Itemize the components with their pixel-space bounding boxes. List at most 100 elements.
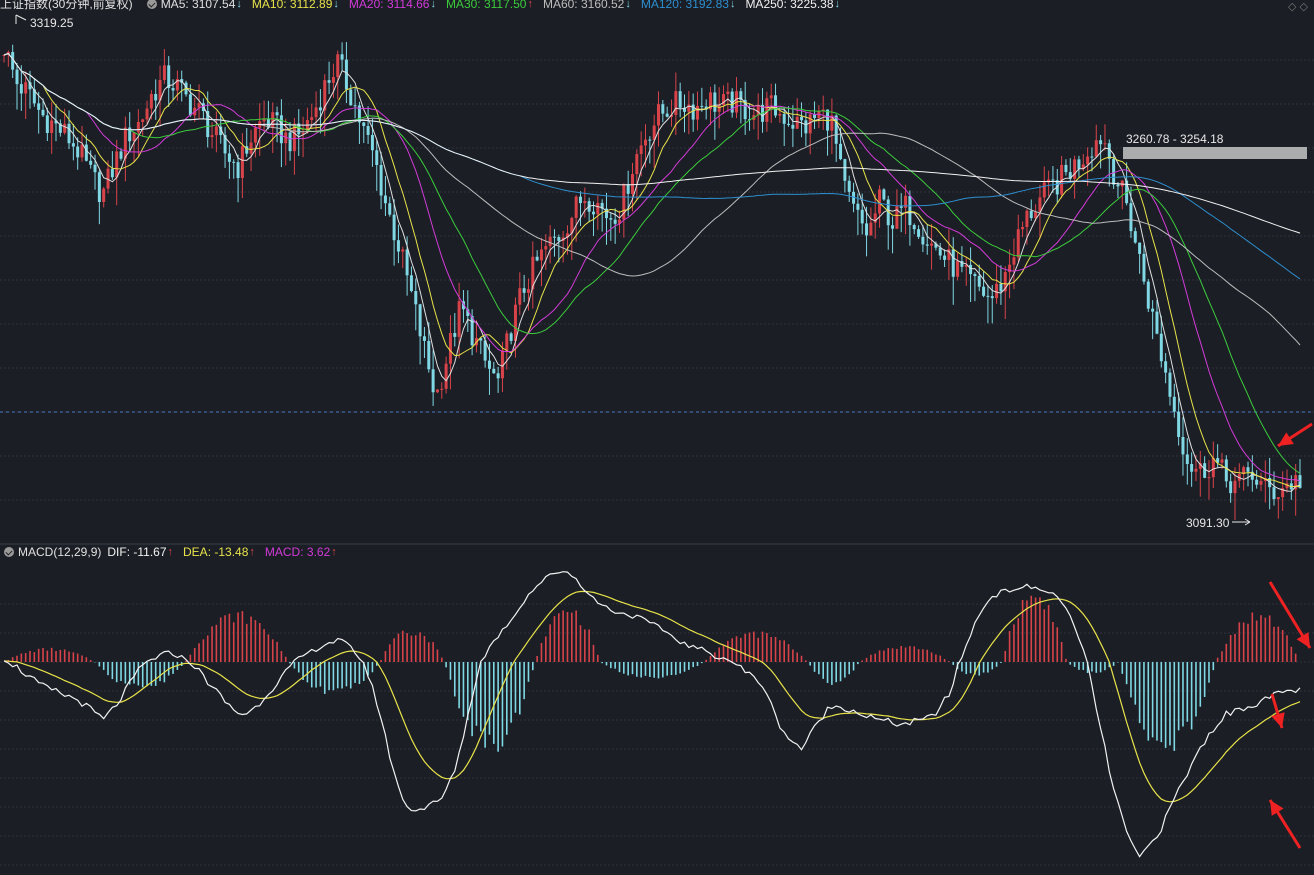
candle-body bbox=[808, 114, 812, 134]
ma120-line bbox=[3, 52, 1301, 280]
candle-body bbox=[1025, 210, 1029, 228]
moving-average-lines bbox=[3, 52, 1301, 492]
candle-body bbox=[1224, 459, 1228, 482]
candle-body bbox=[865, 223, 869, 236]
candle-body bbox=[548, 236, 552, 247]
candle-body bbox=[1142, 253, 1146, 282]
candle-body bbox=[643, 139, 647, 146]
candle-body bbox=[327, 80, 331, 83]
candle-body bbox=[167, 65, 171, 89]
candle-body bbox=[470, 316, 474, 346]
candle-body bbox=[1181, 436, 1185, 455]
candle-body bbox=[80, 144, 84, 158]
candle-body bbox=[787, 123, 791, 125]
candle-body bbox=[102, 188, 106, 202]
candle-body bbox=[409, 275, 413, 292]
candle-body bbox=[1073, 159, 1077, 179]
candle-body bbox=[496, 373, 500, 379]
candle-body bbox=[1298, 475, 1302, 488]
candle-body bbox=[544, 246, 548, 250]
candle-body bbox=[1259, 480, 1263, 485]
candle-body bbox=[630, 174, 634, 194]
candle-body bbox=[1116, 184, 1120, 187]
candle-body bbox=[1159, 333, 1163, 362]
candle-body bbox=[448, 333, 452, 364]
candle-body bbox=[839, 143, 843, 160]
candle-body bbox=[969, 264, 973, 275]
kline-chart[interactable]: 3319.25 3091.30 3260.78 - 3254.18 bbox=[0, 0, 1314, 875]
candle-body bbox=[1172, 396, 1176, 412]
candle-body bbox=[1146, 281, 1150, 309]
high-marker-arrow bbox=[15, 14, 27, 21]
candle-body bbox=[1220, 459, 1224, 463]
candle-body bbox=[401, 249, 405, 252]
candle-body bbox=[344, 59, 348, 90]
candle-body bbox=[1103, 143, 1107, 145]
candle-body bbox=[275, 112, 279, 116]
candle-body bbox=[539, 249, 543, 261]
candle-body bbox=[526, 289, 530, 293]
candle-body bbox=[804, 120, 808, 134]
candle-body bbox=[136, 121, 140, 133]
candle-body bbox=[813, 114, 817, 119]
high-price-label: 3319.25 bbox=[30, 16, 74, 30]
candle-body bbox=[379, 164, 383, 196]
candle-body bbox=[1112, 158, 1116, 185]
candle-body bbox=[331, 77, 335, 83]
candle-body bbox=[1086, 156, 1090, 165]
candle-body bbox=[1129, 203, 1133, 232]
candle-body bbox=[843, 159, 847, 181]
candle-body bbox=[1177, 411, 1181, 437]
candle-body bbox=[1207, 477, 1211, 479]
ma20-line bbox=[3, 52, 1301, 482]
candle-body bbox=[314, 107, 318, 118]
candle-body bbox=[318, 107, 322, 111]
candle-body bbox=[648, 139, 652, 141]
candle-body bbox=[657, 104, 661, 126]
candle-body bbox=[310, 117, 314, 121]
candle-body bbox=[288, 132, 292, 152]
candle-body bbox=[990, 296, 994, 299]
candle-body bbox=[45, 115, 49, 133]
candle-body bbox=[791, 124, 795, 129]
candle-body bbox=[422, 336, 426, 341]
candle-body bbox=[912, 225, 916, 230]
candle-body bbox=[444, 363, 448, 389]
candle-body bbox=[84, 144, 88, 161]
candle-body bbox=[115, 151, 119, 178]
candle-body bbox=[774, 95, 778, 116]
candle-body bbox=[396, 240, 400, 252]
candle-body bbox=[1138, 242, 1142, 254]
candle-body bbox=[431, 369, 435, 393]
candle-body bbox=[717, 104, 721, 112]
candle-body bbox=[1016, 229, 1020, 258]
candle-body bbox=[1151, 308, 1155, 312]
red-arrow-price-head bbox=[1278, 432, 1294, 446]
candle-body bbox=[1051, 179, 1055, 181]
candle-body bbox=[1094, 140, 1098, 157]
candle-body bbox=[24, 82, 28, 94]
candle-body bbox=[214, 126, 218, 136]
candle-body bbox=[509, 333, 513, 341]
candle-body bbox=[340, 54, 344, 60]
range-box bbox=[1123, 147, 1307, 159]
candle-body bbox=[76, 146, 80, 158]
candle-body bbox=[119, 151, 123, 159]
candle-body bbox=[427, 340, 431, 370]
candle-body bbox=[1012, 257, 1016, 265]
candle-body bbox=[908, 195, 912, 226]
candle-body bbox=[674, 91, 678, 116]
candle-body bbox=[518, 288, 522, 305]
candle-body bbox=[145, 108, 149, 120]
ma10-line bbox=[3, 52, 1301, 488]
candle-body bbox=[613, 219, 617, 224]
candle-body bbox=[578, 196, 582, 204]
candle-body bbox=[232, 161, 236, 163]
candle-body bbox=[505, 333, 509, 351]
candle-body bbox=[938, 247, 942, 256]
candle-body bbox=[63, 123, 67, 133]
candle-body bbox=[626, 184, 630, 194]
candle-body bbox=[726, 91, 730, 95]
candle-body bbox=[1133, 231, 1137, 243]
candle-body bbox=[89, 160, 93, 165]
